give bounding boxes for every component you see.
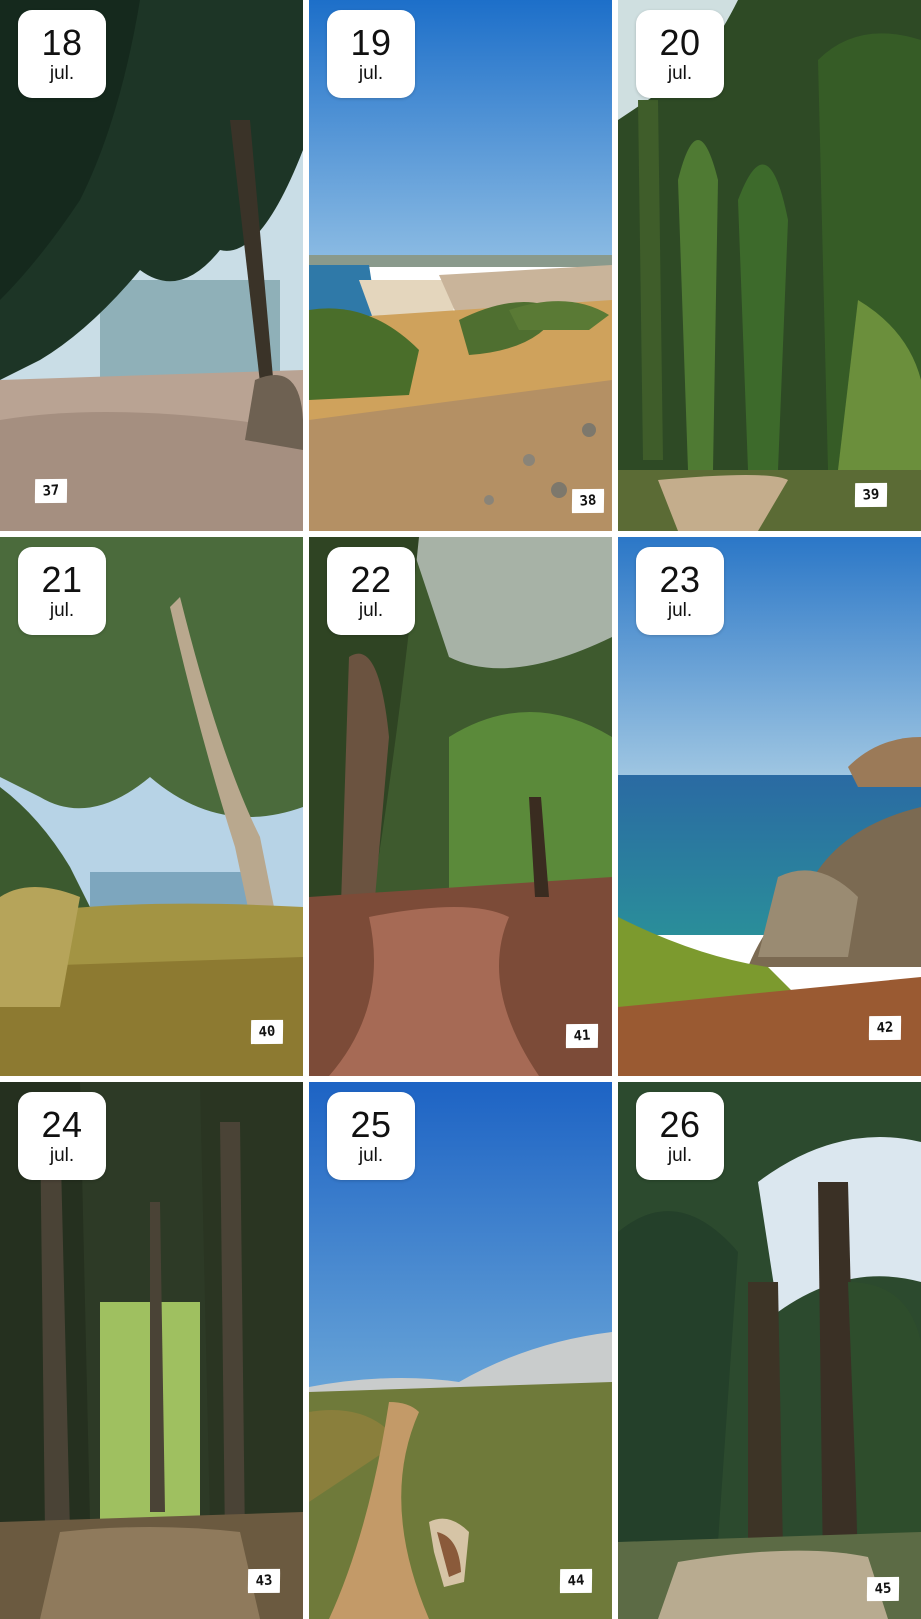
date-month: jul. bbox=[667, 63, 693, 84]
photo-tile[interactable]: 23 jul. 42 bbox=[618, 537, 921, 1076]
date-badge: 18 jul. bbox=[18, 10, 106, 98]
date-day: 18 bbox=[41, 22, 83, 63]
photo-tile[interactable]: 21 jul. 40 bbox=[0, 537, 303, 1076]
photo-tile[interactable]: 24 jul. 43 bbox=[0, 1082, 303, 1619]
number-tag: 39 bbox=[853, 481, 889, 509]
photo-tile[interactable]: 26 jul. 45 bbox=[618, 1082, 921, 1619]
photo-tile[interactable]: 19 jul. 38 bbox=[309, 0, 612, 531]
number-tag: 43 bbox=[246, 1567, 282, 1595]
date-badge: 23 jul. bbox=[636, 547, 724, 635]
photo-grid: 18 jul. 37 19 jul. 38 20 jul. 39 21 jul.… bbox=[0, 0, 921, 1619]
date-badge: 20 jul. bbox=[636, 10, 724, 98]
date-month: jul. bbox=[667, 600, 693, 621]
date-month: jul. bbox=[358, 600, 384, 621]
photo-tile[interactable]: 20 jul. 39 bbox=[618, 0, 921, 531]
date-day: 22 bbox=[350, 559, 392, 600]
number-tag: 41 bbox=[564, 1022, 600, 1050]
number-tag: 45 bbox=[865, 1575, 901, 1603]
date-badge: 26 jul. bbox=[636, 1092, 724, 1180]
date-day: 21 bbox=[41, 559, 83, 600]
photo-tile[interactable]: 25 jul. 44 bbox=[309, 1082, 612, 1619]
date-month: jul. bbox=[358, 1145, 384, 1166]
date-month: jul. bbox=[49, 63, 75, 84]
number-tag: 42 bbox=[867, 1014, 903, 1042]
number-tag: 37 bbox=[33, 477, 69, 505]
date-badge: 21 jul. bbox=[18, 547, 106, 635]
date-day: 25 bbox=[350, 1104, 392, 1145]
date-month: jul. bbox=[49, 600, 75, 621]
date-day: 20 bbox=[659, 22, 701, 63]
date-day: 26 bbox=[659, 1104, 701, 1145]
date-badge: 24 jul. bbox=[18, 1092, 106, 1180]
number-tag: 40 bbox=[249, 1018, 285, 1046]
date-day: 19 bbox=[350, 22, 392, 63]
date-day: 23 bbox=[659, 559, 701, 600]
date-badge: 19 jul. bbox=[327, 10, 415, 98]
photo-tile[interactable]: 18 jul. 37 bbox=[0, 0, 303, 531]
date-badge: 25 jul. bbox=[327, 1092, 415, 1180]
number-tag: 44 bbox=[558, 1567, 594, 1595]
date-day: 24 bbox=[41, 1104, 83, 1145]
date-month: jul. bbox=[358, 63, 384, 84]
photo-tile[interactable]: 22 jul. 41 bbox=[309, 537, 612, 1076]
number-tag: 38 bbox=[570, 487, 606, 515]
date-month: jul. bbox=[667, 1145, 693, 1166]
date-month: jul. bbox=[49, 1145, 75, 1166]
date-badge: 22 jul. bbox=[327, 547, 415, 635]
